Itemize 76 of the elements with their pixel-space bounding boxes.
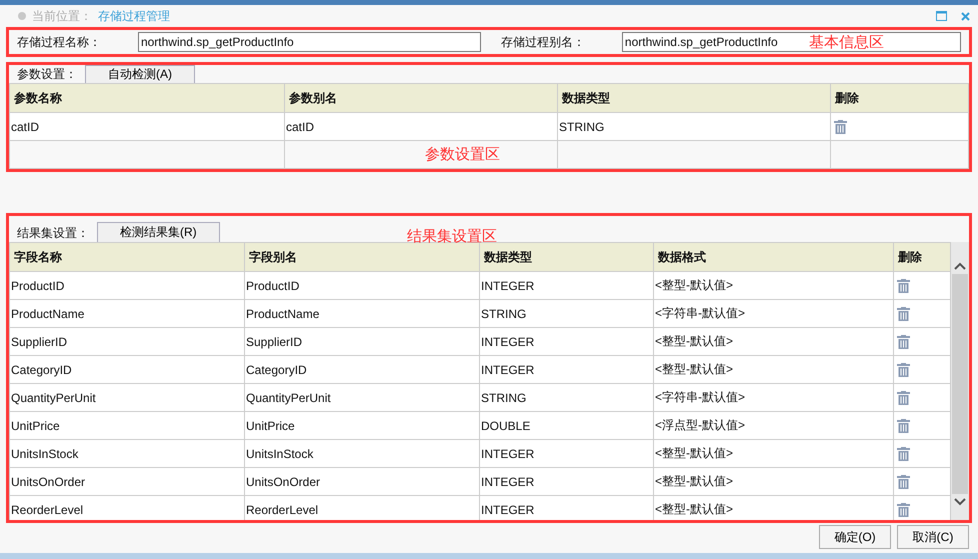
column-header: 字段别名 <box>244 242 480 272</box>
table-cell: <整型-默认值> <box>654 272 894 300</box>
column-header: 数据类型 <box>558 84 830 112</box>
trash-icon[interactable] <box>834 120 847 134</box>
trash-icon[interactable] <box>897 306 910 320</box>
section-label: 参数设置： <box>17 66 78 83</box>
table-cell: SupplierID <box>244 328 480 356</box>
table-cell: DOUBLE <box>480 412 654 440</box>
table-cell: ProductID <box>244 272 480 300</box>
column-header: 字段名称 <box>10 242 244 272</box>
ok-button[interactable]: 确定(O) <box>819 525 891 549</box>
table-cell: INTEGER <box>480 440 654 468</box>
table-cell: SupplierID <box>10 328 244 356</box>
close-icon[interactable] <box>961 12 970 20</box>
table-cell: INTEGER <box>480 496 654 520</box>
table-cell: <整型-默认值> <box>654 328 894 356</box>
breadcrumb-label: 当前位置： <box>32 8 92 24</box>
table-cell: CategoryID <box>10 356 244 384</box>
column-header: 参数名称 <box>10 84 284 112</box>
bullet-icon <box>18 12 26 20</box>
table-cell: QuantityPerUnit <box>244 384 480 412</box>
table-cell: INTEGER <box>480 356 654 384</box>
detect-button[interactable]: 自动检测(A) <box>85 65 195 83</box>
table-cell: <浮点型-默认值> <box>654 412 894 440</box>
table-cell: ProductID <box>10 272 244 300</box>
table-cell: UnitsInStock <box>10 440 244 468</box>
detect-button[interactable]: 检测结果集(R) <box>97 222 220 242</box>
scroll-down-icon[interactable] <box>954 498 966 506</box>
table-cell: UnitPrice <box>10 412 244 440</box>
table-cell: INTEGER <box>480 468 654 496</box>
table-cell: UnitPrice <box>244 412 480 440</box>
table-cell: catID <box>10 112 284 140</box>
trash-icon[interactable] <box>897 502 910 516</box>
trash-icon[interactable] <box>897 474 910 488</box>
annotation-label: 参数设置区 <box>425 145 500 164</box>
column-header: 数据类型 <box>480 242 654 272</box>
input-field[interactable]: northwind.sp_getProductInfo <box>138 32 481 52</box>
table-cell: ReorderLevel <box>10 496 244 520</box>
trash-icon[interactable] <box>897 446 910 460</box>
table-cell: STRING <box>558 112 830 140</box>
trash-icon[interactable] <box>897 334 910 348</box>
trash-icon[interactable] <box>897 390 910 404</box>
field-label: 存储过程别名： <box>500 34 586 50</box>
column-header: 数据格式 <box>654 242 894 272</box>
table-cell: ProductName <box>244 300 480 328</box>
table-cell: STRING <box>480 300 654 328</box>
table-cell: QuantityPerUnit <box>10 384 244 412</box>
annotation-label: 基本信息区 <box>809 33 884 52</box>
column-header: 删除 <box>894 242 950 272</box>
trash-icon[interactable] <box>897 278 910 292</box>
table-cell: UnitsOnOrder <box>244 468 480 496</box>
trash-icon[interactable] <box>897 362 910 376</box>
table-cell: ReorderLevel <box>244 496 480 520</box>
table-cell: UnitsOnOrder <box>10 468 244 496</box>
cancel-button[interactable]: 取消(C) <box>897 525 969 549</box>
table-cell: <整型-默认值> <box>654 440 894 468</box>
table-cell: UnitsInStock <box>244 440 480 468</box>
table-cell: CategoryID <box>244 356 480 384</box>
table-cell: STRING <box>480 384 654 412</box>
trash-icon[interactable] <box>897 418 910 432</box>
table-cell: INTEGER <box>480 272 654 300</box>
table-cell: <整型-默认值> <box>654 468 894 496</box>
scroll-up-icon[interactable] <box>954 262 966 270</box>
maximize-icon[interactable] <box>936 11 947 21</box>
table-cell: <整型-默认值> <box>654 496 894 520</box>
table-cell: catID <box>284 112 558 140</box>
table-cell: ProductName <box>10 300 244 328</box>
table-cell: <字符串-默认值> <box>654 384 894 412</box>
table-cell: <整型-默认值> <box>654 356 894 384</box>
field-label: 存储过程名称： <box>17 34 102 50</box>
table-cell: INTEGER <box>480 328 654 356</box>
table-cell: <字符串-默认值> <box>654 300 894 328</box>
column-header: 删除 <box>830 84 968 112</box>
section-label: 结果集设置： <box>17 225 90 242</box>
column-header: 参数别名 <box>284 84 558 112</box>
scrollbar[interactable] <box>951 242 969 520</box>
